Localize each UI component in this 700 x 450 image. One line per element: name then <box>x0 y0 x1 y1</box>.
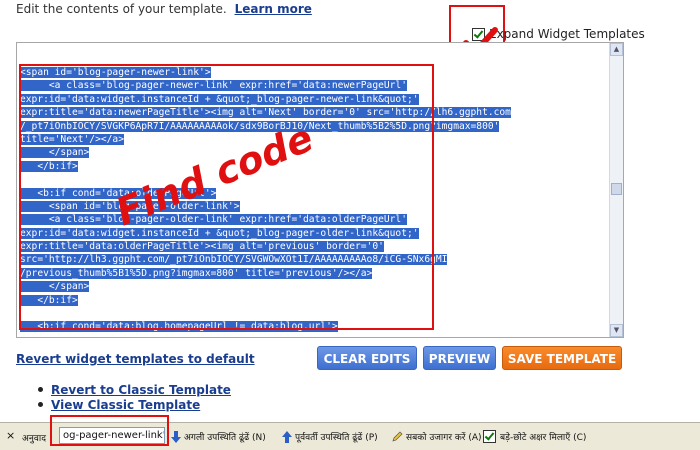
highlight-all-button[interactable]: सबको उजागर करें (A) <box>392 430 482 443</box>
find-next-button[interactable]: अगली उपस्थिति ढूंढें (N) <box>171 430 266 443</box>
list-item: View Classic Template <box>38 397 231 412</box>
arrow-down-icon <box>171 430 181 443</box>
bullet-icon <box>38 387 43 392</box>
bullet-icon <box>38 402 43 407</box>
scroll-thumb[interactable] <box>611 183 622 195</box>
view-classic-link[interactable]: View Classic Template <box>51 398 200 412</box>
annotation-box-find <box>50 415 169 446</box>
expand-widget-label: Expand Widget Templates <box>489 27 645 41</box>
find-previous-button[interactable]: पूर्ववर्ती उपस्थिति ढूंढें (P) <box>282 430 378 443</box>
preview-button[interactable]: PREVIEW <box>423 346 496 370</box>
find-previous-label: पूर्ववर्ती उपस्थिति ढूंढें (P) <box>295 433 378 443</box>
scroll-up-icon[interactable]: ▲ <box>610 43 623 56</box>
instruction-text: Edit the contents of your template. <box>16 2 227 16</box>
match-case-checkbox[interactable] <box>483 430 496 443</box>
editor-scrollbar[interactable]: ▲ ▼ <box>609 43 623 337</box>
annotation-box-code <box>19 64 434 330</box>
match-case-option[interactable]: बड़े-छोटे अक्षर मिलाएँ (C) <box>483 430 586 443</box>
match-case-label: बड़े-छोटे अक्षर मिलाएँ (C) <box>500 433 587 443</box>
highlight-all-label: सबको उजागर करें (A) <box>406 433 482 443</box>
find-label: अनुवाद <box>22 434 46 444</box>
clear-edits-button[interactable]: CLEAR EDITS <box>317 346 417 370</box>
list-item: Revert to Classic Template <box>38 382 231 397</box>
highlighter-icon <box>392 431 403 442</box>
arrow-up-icon <box>282 430 292 443</box>
header-instruction: Edit the contents of your template. Lear… <box>16 2 312 16</box>
revert-classic-link[interactable]: Revert to Classic Template <box>51 383 231 397</box>
save-template-button[interactable]: SAVE TEMPLATE <box>502 346 622 370</box>
classic-template-links: Revert to Classic Template View Classic … <box>38 382 231 412</box>
find-next-label: अगली उपस्थिति ढूंढें (N) <box>184 433 266 443</box>
close-icon[interactable]: × <box>6 429 15 442</box>
revert-widget-templates-link[interactable]: Revert widget templates to default <box>16 352 255 366</box>
scroll-down-icon[interactable]: ▼ <box>610 324 623 337</box>
learn-more-link[interactable]: Learn more <box>235 2 312 16</box>
